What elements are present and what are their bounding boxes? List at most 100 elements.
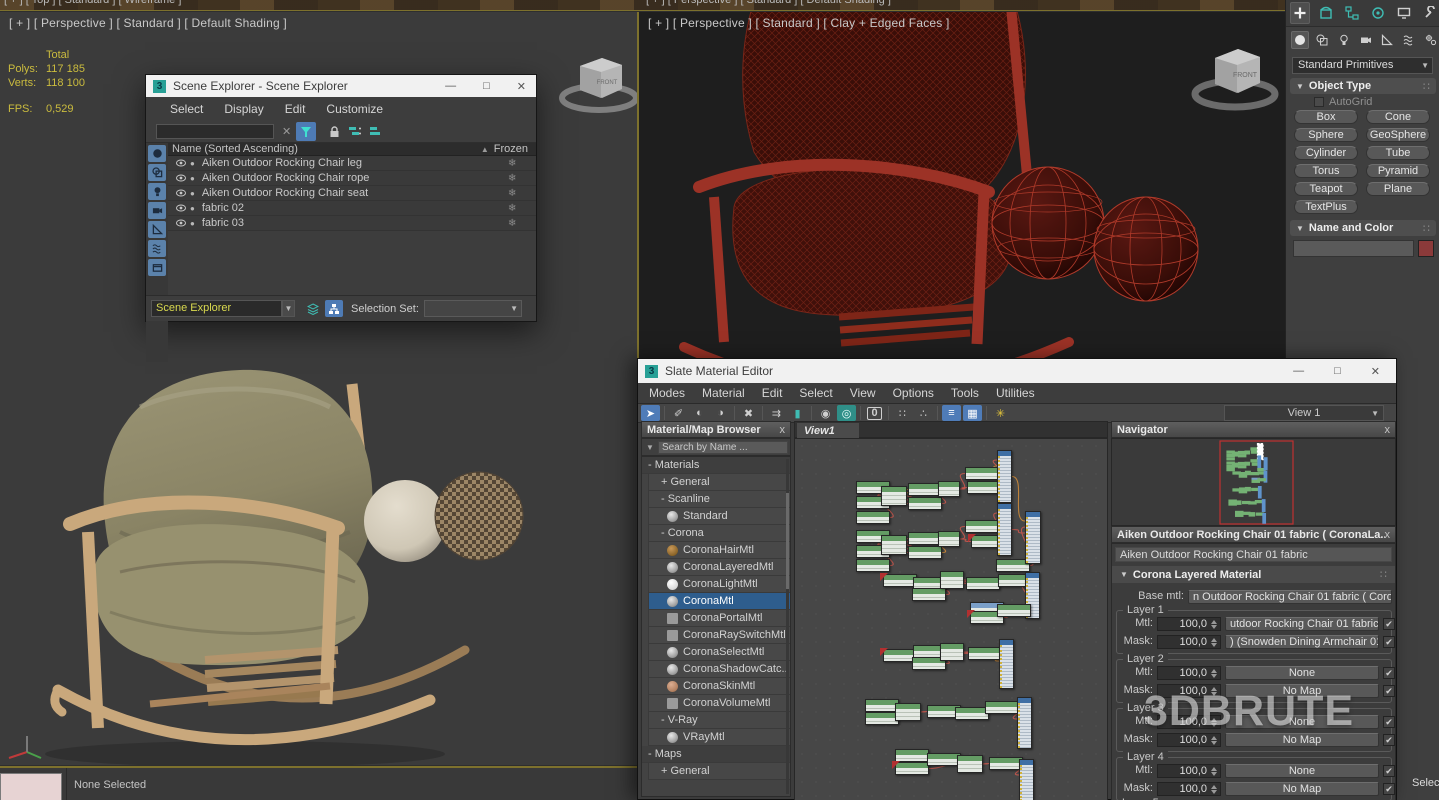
object-name[interactable]: fabric 02 [202, 202, 244, 214]
map-node[interactable] [881, 535, 907, 555]
display-helpers-icon[interactable] [148, 221, 166, 238]
mask-slot-button[interactable]: No Map [1225, 684, 1379, 698]
editor-menu-edit[interactable]: Edit [762, 386, 783, 400]
object-color-swatch[interactable] [1418, 240, 1434, 257]
category-systems-icon[interactable] [1422, 31, 1439, 49]
select-by-material-icon[interactable]: ✳ [991, 405, 1010, 421]
visibility-eye-icon[interactable] [176, 189, 186, 197]
browser-group[interactable]: + General [648, 474, 790, 491]
mask-amount-spinner[interactable]: 100,0 [1157, 684, 1221, 698]
tab-display[interactable] [1394, 2, 1414, 24]
object-dot-icon[interactable]: ● [190, 159, 195, 168]
browser-material-item[interactable]: CoronaShadowCatc.. [648, 661, 790, 678]
layers-mode-icon[interactable] [304, 300, 322, 317]
maximize-button[interactable]: □ [483, 80, 490, 92]
object-type-button-geosphere[interactable]: GeoSphere [1366, 128, 1430, 142]
map-node[interactable] [997, 604, 1031, 617]
object-dot-icon[interactable]: ● [190, 189, 195, 198]
mask-slot-button[interactable]: ) (Snowden Dining Armchair 01 velvet_ [1225, 635, 1379, 649]
map-node[interactable] [895, 762, 929, 775]
display-geometry-icon[interactable] [148, 145, 166, 162]
frozen-icon[interactable]: ❄ [508, 203, 516, 214]
object-dot-icon[interactable]: ● [190, 204, 195, 213]
editor-menu-tools[interactable]: Tools [951, 386, 979, 400]
material-parameter-editor-icon[interactable]: ≡ [942, 405, 961, 421]
map-node[interactable] [966, 577, 1000, 590]
material-name-field[interactable]: Aiken Outdoor Rocking Chair 01 fabric [1115, 547, 1392, 562]
category-geometry-icon[interactable] [1291, 31, 1309, 49]
close-panel-icon[interactable]: x [1385, 424, 1391, 436]
delete-selected-icon[interactable]: ✖ [739, 405, 758, 421]
frozen-icon[interactable]: ❄ [508, 218, 516, 229]
map-node[interactable] [883, 574, 917, 587]
tab-modify[interactable] [1316, 2, 1336, 24]
close-panel-icon[interactable]: x [1385, 529, 1391, 541]
object-type-button-cone[interactable]: Cone [1366, 110, 1430, 124]
browser-group[interactable]: + General [648, 763, 790, 780]
object-type-button-sphere[interactable]: Sphere [1294, 128, 1358, 142]
map-node[interactable] [908, 532, 942, 545]
explorer-row[interactable]: ● fabric 02 ❄ [168, 201, 536, 216]
object-type-button-cylinder[interactable]: Cylinder [1294, 146, 1358, 160]
display-shapes-icon[interactable] [148, 164, 166, 181]
mtl-slot-button[interactable]: None [1225, 666, 1379, 680]
material-node[interactable] [997, 450, 1012, 503]
explorer-menu-customize[interactable]: Customize [326, 102, 383, 116]
browser-material-item[interactable]: CoronaLayeredMtl [648, 559, 790, 576]
display-spacewarps-icon[interactable] [148, 240, 166, 257]
minimize-button[interactable]: — [1293, 365, 1304, 377]
map-node[interactable] [865, 699, 899, 712]
map-node[interactable] [965, 467, 999, 480]
object-name[interactable]: fabric 03 [202, 217, 244, 229]
explorer-view-dropdown-arrow[interactable]: ▼ [282, 300, 295, 317]
map-node[interactable] [965, 520, 999, 533]
tab-hierarchy[interactable] [1342, 2, 1362, 24]
viewcube[interactable]: FRONT [552, 42, 637, 122]
browser-section[interactable]: - Materials [642, 457, 790, 474]
editor-menu-select[interactable]: Select [799, 386, 832, 400]
corona-layered-material-rollout[interactable]: ▼ Corona Layered Material ∷ [1112, 566, 1395, 583]
object-dot-icon[interactable]: ● [190, 219, 195, 228]
material-node[interactable] [1017, 697, 1032, 749]
name-column-header[interactable]: Name (Sorted Ascending) [168, 143, 298, 155]
tab-utilities[interactable] [1420, 2, 1439, 24]
layout-all-icon[interactable]: ∷ [893, 405, 912, 421]
map-node[interactable] [856, 559, 890, 572]
display-lights-icon[interactable] [148, 183, 166, 200]
mask-enabled-checkbox[interactable] [1383, 734, 1395, 746]
pick-material-from-object-icon[interactable]: ✐ [669, 405, 688, 421]
browser-group[interactable]: - Scanline [648, 491, 790, 508]
hidden-dialog-select-button[interactable]: Select [1412, 777, 1439, 789]
browser-material-item[interactable]: CoronaSelectMtl [648, 644, 790, 661]
visibility-eye-icon[interactable] [176, 204, 186, 212]
browser-scrollbar[interactable] [786, 459, 789, 794]
map-node[interactable] [938, 531, 960, 547]
map-node[interactable] [927, 753, 961, 766]
filter-funnel-button[interactable] [296, 122, 316, 141]
top-right-viewport-label[interactable]: [ + ] [ Perspective ] [ Standard ] [ Def… [646, 0, 891, 6]
node-graph-canvas[interactable] [794, 438, 1108, 800]
object-type-button-tube[interactable]: Tube [1366, 146, 1430, 160]
category-spacewarps-icon[interactable] [1400, 31, 1418, 49]
explorer-menu-edit[interactable]: Edit [285, 102, 306, 116]
category-lights-icon[interactable] [1335, 31, 1353, 49]
view-selector-dropdown[interactable]: View 1 ▼ [1224, 405, 1384, 421]
viewport-label[interactable]: [ + ] [ Perspective ] [ Standard ] [ Cla… [648, 16, 950, 30]
browser-material-item[interactable]: CoronaVolumeMtl [648, 695, 790, 712]
map-node[interactable] [957, 755, 983, 773]
object-name[interactable]: Aiken Outdoor Rocking Chair rope [202, 172, 370, 184]
mtl-amount-spinner[interactable]: 100,0 [1157, 666, 1221, 680]
mtl-slot-button[interactable]: utdoor Rocking Chair 01 fabric ( Coro [1225, 617, 1379, 631]
collapse-tree-icon[interactable] [365, 122, 385, 141]
mtl-slot-button[interactable]: None [1225, 764, 1379, 778]
mtl-slot-button[interactable]: None [1225, 715, 1379, 729]
select-tool-icon[interactable]: ➤ [641, 405, 660, 421]
material-editor-titlebar[interactable]: 3 Slate Material Editor — □ ✕ [638, 359, 1396, 383]
mtl-enabled-checkbox[interactable] [1383, 667, 1395, 679]
explorer-row[interactable]: ●Aiken Outdoor Rocking Chair rope❄ [168, 171, 536, 186]
browser-group[interactable]: - V-Ray [648, 712, 790, 729]
map-node[interactable] [968, 647, 1002, 660]
map-node[interactable] [908, 483, 942, 496]
mtl-enabled-checkbox[interactable] [1383, 618, 1395, 630]
category-helpers-icon[interactable] [1378, 31, 1396, 49]
